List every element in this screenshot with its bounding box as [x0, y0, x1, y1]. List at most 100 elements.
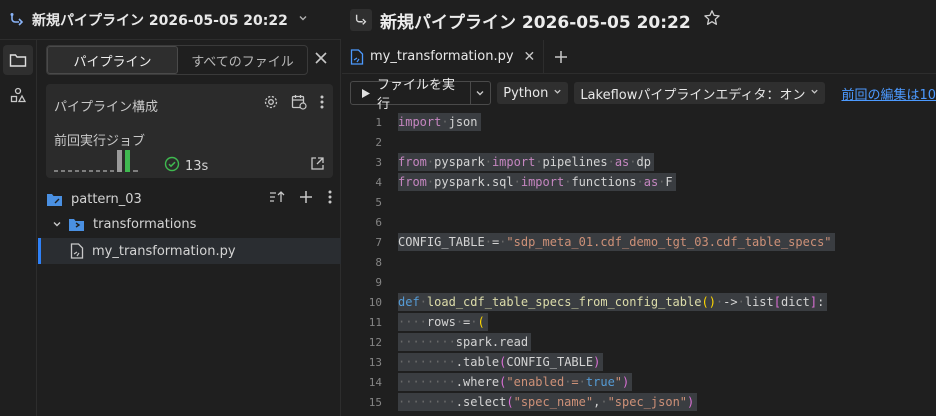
star-icon[interactable] — [703, 9, 721, 32]
schedule-icon[interactable] — [291, 94, 307, 114]
line-number: 13 — [368, 355, 382, 369]
run-options-dropdown[interactable] — [469, 82, 491, 104]
line-number: 3 — [375, 155, 382, 169]
code-line: 7 CONFIG_TABLE·=·"sdp_meta_01.cdf_demo_tg… — [342, 232, 835, 252]
run-history-chart[interactable] — [54, 150, 154, 174]
pipeline-icon — [8, 11, 26, 29]
last-run-title: 前回実行ジョブ — [54, 134, 146, 149]
close-icon[interactable] — [314, 51, 328, 69]
gear-icon[interactable] — [263, 94, 279, 114]
code-text: ········.where("enabled·=·true") — [398, 373, 633, 391]
tree-file-my-transformation[interactable]: my_transformation.py — [38, 238, 341, 264]
code-editor[interactable]: 1 import·json 2 3 from·pyspark·import·pipe… — [342, 112, 936, 416]
tree-folder-label: transformations — [93, 216, 197, 232]
folder-icon — [68, 217, 85, 232]
line-number: 1 — [375, 115, 382, 129]
line-number: 4 — [375, 175, 382, 189]
line-number: 9 — [375, 275, 382, 289]
editor-tabs: my_transformation.py ✕ — [342, 40, 936, 74]
config-title: パイプライン構成 — [54, 100, 159, 115]
run-file-button-group: ファイルを実行 — [350, 78, 492, 112]
tab-my-transformation[interactable]: my_transformation.py ✕ — [342, 40, 545, 73]
code-line: 4 from·pyspark.sql·import·functions·as·F — [342, 172, 676, 192]
run-status: 13s — [164, 156, 208, 176]
pipeline-config-card: パイプライン構成 前回実行ジョブ 13s — [46, 84, 333, 178]
chevron-down-icon — [810, 87, 819, 99]
page-title[interactable]: 新規パイプライン 2026-05-05 20:22 — [380, 8, 691, 33]
line-number: 14 — [368, 375, 382, 389]
line-number: 12 — [368, 335, 382, 349]
pipeline-panel: パイプライン すべてのファイル パイプライン構成 前回実行ジョブ 13s pat… — [38, 40, 341, 416]
code-text: ········.select("spec_name",·"spec_json"… — [398, 393, 698, 411]
code-text: from·pyspark.sql·import·functions·as·F — [398, 173, 676, 191]
chevron-down-icon[interactable] — [298, 13, 308, 26]
editor-title-bar: 新規パイプライン 2026-05-05 20:22 — [342, 0, 936, 40]
play-icon — [361, 88, 371, 99]
code-line: 12 ········spark.read — [342, 332, 532, 352]
run-file-button[interactable]: ファイルを実行 — [351, 78, 470, 112]
code-line: 14 ········.where("enabled·=·true") — [342, 372, 633, 392]
code-line: 1 import·json — [342, 112, 481, 132]
code-text: from·pyspark·import·pipelines·as·dp — [398, 153, 654, 171]
pipeline-header[interactable]: 新規パイプライン 2026-05-05 20:22 — [0, 0, 341, 40]
sort-icon[interactable] — [269, 190, 285, 208]
chevron-down-icon[interactable] — [52, 219, 62, 229]
run-duration: 13s — [185, 158, 209, 174]
tab-pipeline[interactable]: パイプライン — [47, 46, 178, 74]
tab-label: my_transformation.py — [370, 49, 514, 64]
code-text: ········spark.read — [398, 333, 532, 351]
line-number: 15 — [368, 395, 382, 409]
tree-root-pattern-03[interactable]: pattern_03 — [38, 186, 341, 212]
check-circle-icon — [164, 156, 180, 176]
language-label: Python — [503, 85, 549, 101]
line-number: 5 — [375, 195, 382, 209]
activity-rail — [0, 40, 37, 416]
code-line: 2 — [342, 132, 382, 152]
editor-mode-select[interactable]: Lakeflowパイプラインエディタ：オン — [574, 82, 826, 104]
code-line: 3 from·pyspark·import·pipelines·as·dp — [342, 152, 654, 172]
tab-all-files[interactable]: すべてのファイル — [178, 46, 307, 74]
code-line: 15 ········.select("spec_name",·"spec_jso… — [342, 392, 698, 412]
line-number: 6 — [375, 215, 382, 229]
add-icon[interactable] — [299, 190, 313, 208]
folder-link-icon — [46, 192, 63, 207]
code-line: 9 — [342, 272, 382, 292]
language-select[interactable]: Python — [497, 82, 569, 104]
code-line: 6 — [342, 212, 382, 232]
code-line: 10 def·load_cdf_table_specs_from_config_t… — [342, 292, 828, 312]
tree-root-label: pattern_03 — [71, 191, 142, 207]
pipeline-title: 新規パイプライン 2026-05-05 20:22 — [32, 12, 288, 29]
code-text: import·json — [398, 113, 481, 131]
tree-folder-transformations[interactable]: transformations — [38, 211, 341, 237]
close-tab-icon[interactable]: ✕ — [524, 49, 536, 65]
code-line: 13 ········.table(CONFIG_TABLE) — [342, 352, 604, 372]
line-number: 10 — [368, 295, 382, 309]
code-line: 8 — [342, 252, 382, 272]
editor-mode-label: Lakeflowパイプラインエディタ：オン — [580, 87, 806, 103]
run-file-label: ファイルを実行 — [377, 78, 456, 112]
code-text: CONFIG_TABLE·=·"sdp_meta_01.cdf_demo_tgt… — [398, 233, 835, 251]
folder-icon[interactable] — [3, 45, 33, 75]
code-line: 5 — [342, 192, 382, 212]
line-number: 2 — [375, 135, 382, 149]
line-number: 7 — [375, 235, 382, 249]
code-line: 11 ····rows·=·( — [342, 312, 488, 332]
editor-toolbar: ファイルを実行 Python Lakeflowパイプラインエディタ：オン 前回の… — [342, 74, 936, 112]
python-file-icon — [350, 48, 364, 65]
code-text: ········.table(CONFIG_TABLE) — [398, 353, 604, 371]
tree-file-label: my_transformation.py — [92, 243, 236, 259]
more-vertical-icon[interactable] — [327, 190, 333, 208]
add-tab-button[interactable] — [544, 40, 578, 73]
python-file-icon — [70, 243, 84, 259]
more-vertical-icon[interactable] — [319, 94, 325, 114]
code-text: def·load_cdf_table_specs_from_config_tab… — [398, 293, 828, 311]
pipeline-icon — [350, 9, 372, 31]
chevron-down-icon — [553, 87, 562, 99]
last-edit-link[interactable]: 前回の編集は10 — [841, 84, 936, 103]
code-text: ····rows·=·( — [398, 313, 488, 331]
open-external-icon[interactable] — [310, 156, 325, 175]
panel-tab-group: パイプライン すべてのファイル — [46, 45, 308, 75]
line-number: 8 — [375, 255, 382, 269]
shapes-icon[interactable] — [3, 80, 33, 110]
line-number: 11 — [368, 315, 382, 329]
